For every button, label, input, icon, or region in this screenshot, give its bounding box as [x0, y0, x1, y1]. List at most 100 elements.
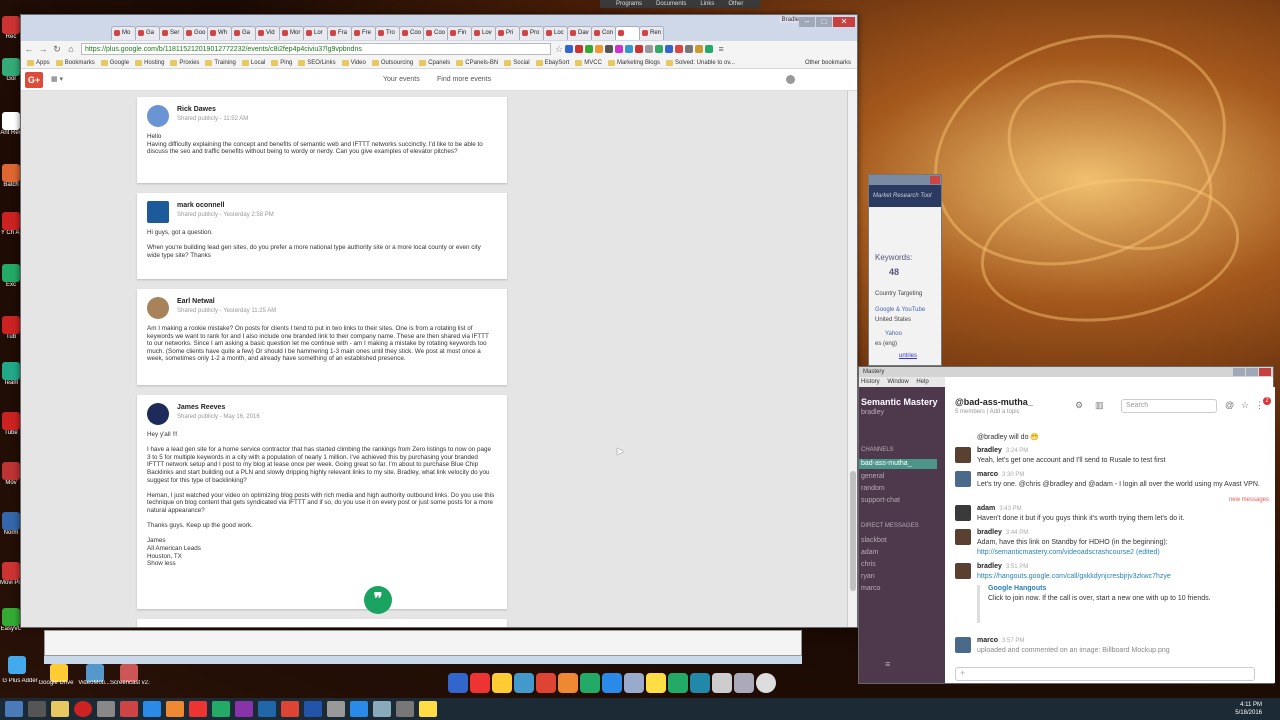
- browser-tab[interactable]: Ga: [135, 26, 160, 40]
- media-icon[interactable]: [97, 701, 115, 717]
- post-author[interactable]: Earl Netwal: [177, 298, 215, 305]
- hangouts-quote-icon[interactable]: ❞: [364, 586, 392, 614]
- avatar[interactable]: [955, 637, 971, 653]
- reload-icon[interactable]: ↻: [51, 43, 63, 55]
- dock-app-icon[interactable]: [536, 673, 556, 693]
- avatar[interactable]: [955, 505, 971, 521]
- countries-link[interactable]: untries: [899, 353, 917, 359]
- channel-item[interactable]: support-chat: [861, 497, 900, 504]
- desktop-icon[interactable]: [2, 412, 20, 430]
- browser-tab[interactable]: Loc: [543, 26, 568, 40]
- url-input[interactable]: https://plus.google.com/b/11811521201901…: [81, 43, 551, 55]
- menu-icon[interactable]: ≡: [715, 43, 727, 55]
- close-icon[interactable]: ✕: [833, 17, 855, 27]
- launcher-links[interactable]: Links: [700, 0, 714, 8]
- search-input[interactable]: Search: [1121, 399, 1217, 413]
- dm-item[interactable]: slackbot: [861, 537, 887, 544]
- desktop-icon[interactable]: [2, 164, 20, 182]
- post-author[interactable]: Rick Dawes: [177, 106, 216, 113]
- extension-icon[interactable]: [685, 45, 694, 53]
- browser-tab[interactable]: Mor: [279, 26, 304, 40]
- extension-icon[interactable]: [625, 45, 634, 53]
- section-channels[interactable]: CHANNELS: [861, 447, 894, 453]
- dock-app-icon[interactable]: [514, 673, 534, 693]
- settings-gear-icon[interactable]: ⚙: [1075, 400, 1083, 411]
- app-icon[interactable]: [120, 701, 138, 717]
- desktop-icon[interactable]: [2, 112, 20, 130]
- channel-item[interactable]: general: [861, 473, 884, 480]
- bulb-icon[interactable]: [646, 673, 666, 693]
- browser-tab[interactable]: Dav: [567, 26, 592, 40]
- maximize-icon[interactable]: [1246, 368, 1258, 376]
- post-author[interactable]: mark oconnell: [177, 202, 224, 209]
- extension-icon[interactable]: [695, 45, 704, 53]
- onenote-icon[interactable]: [235, 701, 253, 717]
- app-icon[interactable]: [327, 701, 345, 717]
- browser-tab[interactable]: Fra: [327, 26, 352, 40]
- forward-icon[interactable]: →: [37, 43, 49, 55]
- browser-tab[interactable]: Pri: [495, 26, 520, 40]
- extension-icon[interactable]: [675, 45, 684, 53]
- desktop-icon[interactable]: [2, 462, 20, 480]
- slack-menubar[interactable]: History Window Help: [859, 377, 945, 387]
- folder-icon[interactable]: [492, 673, 512, 693]
- other-bookmarks[interactable]: Other bookmarks: [805, 60, 851, 66]
- dock-app-icon[interactable]: [580, 673, 600, 693]
- excel-icon[interactable]: [212, 701, 230, 717]
- channel-item[interactable]: random: [861, 485, 885, 492]
- launcher-other[interactable]: Other: [728, 0, 743, 8]
- bookmark-item[interactable]: Outsourcing: [371, 59, 413, 66]
- clock-icon[interactable]: [756, 673, 776, 693]
- preview-title[interactable]: Google Hangouts: [988, 585, 1227, 592]
- message-link[interactable]: http://semanticmastery.com/videoadscrash…: [977, 548, 1267, 557]
- desktop-icon[interactable]: [2, 362, 20, 380]
- message-author[interactable]: bradley: [977, 447, 1002, 454]
- search-filter-icon[interactable]: ≡: [885, 659, 890, 669]
- minimize-icon[interactable]: –: [799, 17, 815, 27]
- browser-tab[interactable]: Lor: [303, 26, 328, 40]
- mentions-icon[interactable]: @: [1225, 400, 1234, 410]
- browser-tab[interactable]: Wh: [207, 26, 232, 40]
- bookmark-item[interactable]: Video: [341, 59, 366, 66]
- extension-icon[interactable]: [655, 45, 664, 53]
- browser-tab[interactable]: [615, 26, 640, 40]
- file-explorer-icon[interactable]: [51, 701, 69, 717]
- trash-icon[interactable]: [734, 673, 754, 693]
- home-icon[interactable]: ⌂: [65, 43, 77, 55]
- browser-tab[interactable]: Coo: [399, 26, 424, 40]
- bulb-icon[interactable]: [419, 701, 437, 717]
- browser-tab[interactable]: Fre: [351, 26, 376, 40]
- browser-tab[interactable]: Vid: [255, 26, 280, 40]
- message-link[interactable]: https://hangouts.google.com/call/gxkkdyn…: [977, 572, 1267, 581]
- avatar[interactable]: [147, 403, 169, 425]
- browser-tab[interactable]: Ren: [639, 26, 664, 40]
- bookmark-item[interactable]: SEO/Links: [298, 59, 336, 66]
- language-value[interactable]: es (eng): [875, 341, 897, 347]
- scrollbar-thumb[interactable]: [850, 471, 856, 591]
- desktop-icon[interactable]: [8, 656, 26, 674]
- extension-icon[interactable]: [565, 45, 574, 53]
- browser-tab[interactable]: Coo: [423, 26, 448, 40]
- country-value[interactable]: United States: [875, 317, 911, 323]
- desktop-icon[interactable]: [2, 512, 20, 530]
- desktop-icon[interactable]: [2, 16, 20, 34]
- channel-item-active[interactable]: bad-ass-mutha_: [859, 459, 937, 469]
- desktop-icon[interactable]: [2, 608, 20, 626]
- channel-name[interactable]: @bad-ass-mutha_: [955, 397, 1033, 407]
- close-icon[interactable]: [930, 176, 940, 184]
- bookmark-item[interactable]: Solved: Unable to ov...: [665, 59, 735, 66]
- browser-tab[interactable]: Fin: [447, 26, 472, 40]
- chrome-icon[interactable]: [470, 673, 490, 693]
- browser-tab[interactable]: Goo: [183, 26, 208, 40]
- sidebar-toggle-icon[interactable]: ▥: [1095, 400, 1104, 411]
- minimize-icon[interactable]: [1233, 368, 1245, 376]
- avatar[interactable]: [147, 105, 169, 127]
- firefox-icon[interactable]: [558, 673, 578, 693]
- bookmark-item[interactable]: Hosting: [135, 59, 164, 66]
- back-icon[interactable]: ←: [23, 43, 35, 55]
- browser-tab[interactable]: Pro: [519, 26, 544, 40]
- bookmark-item[interactable]: Cpanels: [419, 59, 450, 66]
- browser-tab[interactable]: Con: [591, 26, 616, 40]
- bookmark-item[interactable]: Bookmarks: [55, 59, 95, 66]
- beats-icon[interactable]: [74, 701, 92, 717]
